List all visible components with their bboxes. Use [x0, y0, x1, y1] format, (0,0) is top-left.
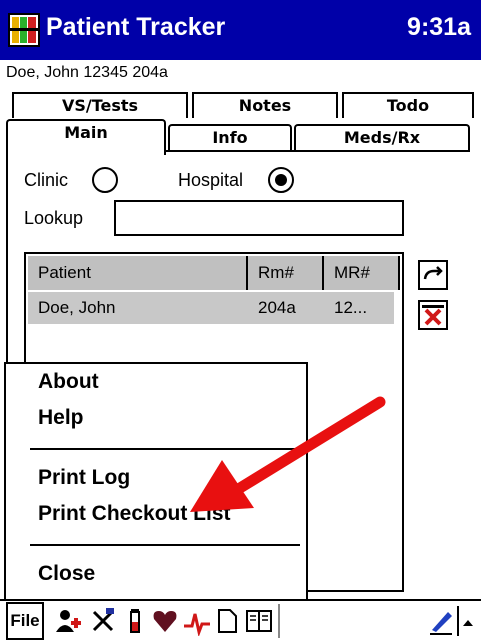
pen-icon[interactable] [426, 606, 456, 636]
clock[interactable]: 9:31a [407, 13, 471, 42]
test-tube-icon[interactable] [120, 606, 150, 636]
menu-item-help[interactable]: Help [38, 406, 84, 430]
lookup-label: Lookup [24, 208, 84, 228]
patient-tracker-app-icon[interactable] [8, 12, 42, 48]
up-arrow-icon[interactable] [456, 606, 478, 636]
delete-x-icon [422, 305, 444, 326]
note-icon[interactable] [212, 606, 242, 636]
lookup-input[interactable] [114, 200, 404, 236]
panel-top-border [166, 150, 470, 152]
tab-todo[interactable]: Todo [342, 92, 474, 118]
clinic-radio[interactable] [92, 167, 118, 193]
table-row-room[interactable]: 204a [248, 292, 324, 324]
menu-separator [30, 544, 300, 546]
heart-icon[interactable] [150, 606, 180, 636]
refresh-button[interactable] [418, 260, 448, 290]
procedure-icon[interactable] [88, 606, 118, 636]
tab-notes[interactable]: Notes [192, 92, 338, 118]
patient-header: Doe, John 12345 204a [6, 64, 168, 81]
annotation-arrow [190, 396, 386, 512]
table-row-mr[interactable]: 12... [324, 292, 394, 324]
patient-add-icon[interactable] [54, 606, 84, 636]
clinic-label: Clinic [24, 170, 69, 190]
radio-selected-dot [275, 174, 287, 186]
menu-item-close[interactable]: Close [38, 562, 95, 586]
refresh-icon [423, 266, 443, 280]
file-menu-button[interactable]: File [6, 602, 44, 640]
column-header-mr[interactable]: MR# [324, 256, 400, 290]
hospital-label: Hospital [178, 170, 244, 190]
menu-item-about[interactable]: About [38, 370, 99, 394]
vitals-icon[interactable] [182, 606, 212, 636]
hospital-radio[interactable] [268, 167, 294, 193]
delete-button[interactable] [418, 300, 448, 330]
column-header-patient[interactable]: Patient [28, 256, 248, 290]
column-header-room[interactable]: Rm# [248, 256, 324, 290]
tab-info[interactable]: Info [168, 124, 292, 150]
toolbar-divider [278, 604, 280, 638]
tab-vs-tests[interactable]: VS/Tests [12, 92, 188, 118]
tab-main[interactable]: Main [6, 119, 166, 155]
menu-item-print-log[interactable]: Print Log [38, 466, 130, 490]
book-icon[interactable] [244, 606, 274, 636]
app-title: Patient Tracker [46, 13, 226, 41]
tab-meds-rx[interactable]: Meds/Rx [294, 124, 470, 150]
table-row-patient[interactable]: Doe, John [28, 292, 248, 324]
